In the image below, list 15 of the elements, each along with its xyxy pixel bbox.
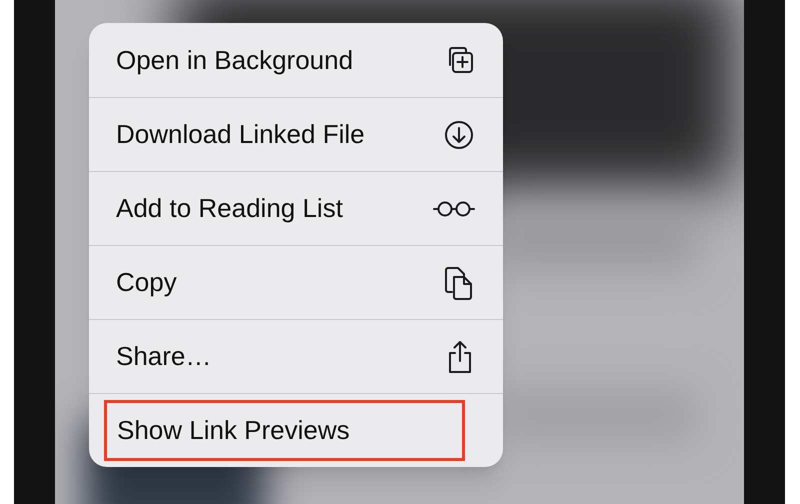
download-icon [443,118,475,150]
copy-icon [443,264,475,300]
menu-item[interactable]: Add to Reading List [89,171,503,245]
glasses-icon [433,198,475,218]
menu-item-label: Download Linked File [116,118,365,151]
menu-item-label: Copy [116,266,177,299]
menu-item[interactable]: Show Link Previews [89,393,503,467]
menu-item[interactable]: Download Linked File [89,97,503,171]
highlighted-menu-label: Show Link Previews [104,400,465,461]
menu-item-label: Share… [116,340,212,373]
menu-item[interactable]: Open in Background [89,23,503,97]
menu-item[interactable]: Copy [89,245,503,319]
menu-item-label: Add to Reading List [116,192,343,225]
menu-item-label: Open in Background [116,44,354,76]
menu-item[interactable]: Share… [89,319,503,393]
